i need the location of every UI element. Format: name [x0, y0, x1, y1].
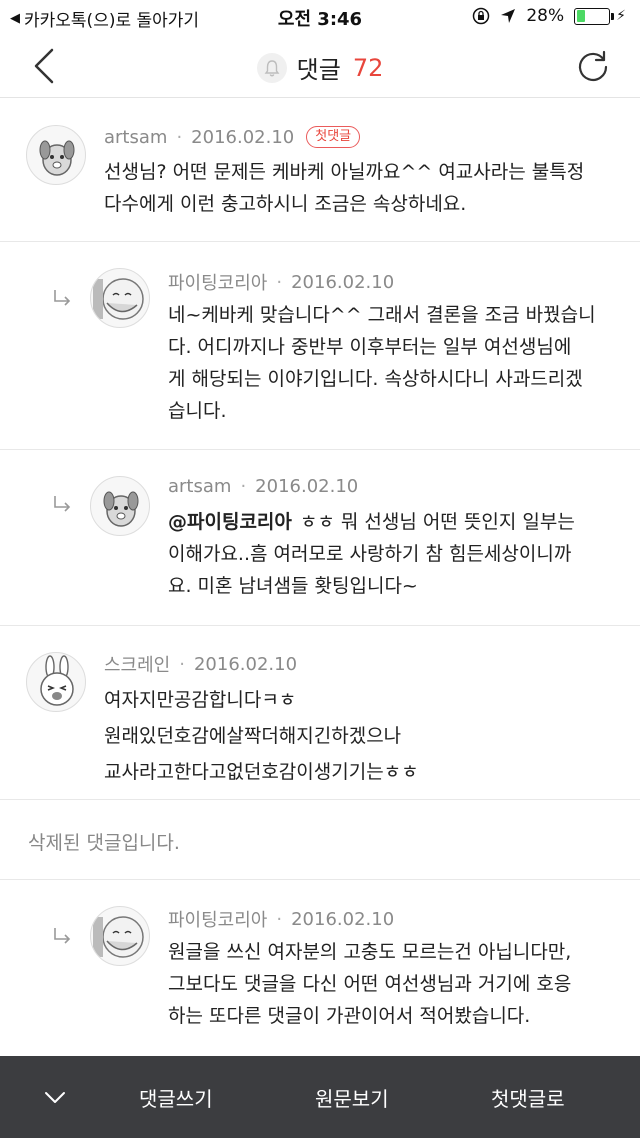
first-comment-badge: 첫댓글: [306, 126, 361, 148]
reply-arrow-icon: [54, 290, 71, 306]
comment-author[interactable]: 파이팅코리아: [168, 906, 267, 932]
deleted-comment-text: 삭제된 댓글입니다.: [28, 832, 180, 854]
comment-line: 교사라고한다고없던호감이생기기는ㅎㅎ: [104, 761, 419, 783]
location-arrow-icon: [501, 9, 516, 23]
comment-body: @파이팅코리아 ㅎㅎ 뭐 선생님 어떤 뜻인지 일부는 이해가요..흠 여러모로 …: [168, 506, 575, 602]
battery-icon: ⚡: [574, 7, 626, 25]
comment-line: 습니다.: [168, 400, 227, 422]
comment-meta: artsam · 2016.02.10 첫댓글: [104, 126, 361, 148]
header-title: 댓글 72: [0, 50, 640, 85]
collapse-chevron-icon[interactable]: [40, 1084, 70, 1110]
comment-item: 스크레인 · 2016.02.10 여자지만공감합니다ㅋㅎ 원래있던호감에살짝더…: [0, 626, 640, 800]
reply-item: artsam · 2016.02.10 @파이팅코리아 ㅎㅎ 뭐 선생님 어떤 뜻…: [0, 450, 640, 626]
comment-line: 여자지만공감합니다ㅋㅎ: [104, 689, 297, 711]
comment-author[interactable]: artsam: [104, 127, 167, 148]
reply-arrow-icon: [54, 496, 71, 512]
comment-meta: 파이팅코리아 · 2016.02.10: [168, 269, 394, 295]
status-bar: ◀ 카카오톡(으)로 돌아가기 오전 3:46 28% ⚡: [0, 0, 640, 34]
comment-list: artsam · 2016.02.10 첫댓글 선생님? 어떤 문제든 케바케 …: [0, 98, 640, 1056]
comment-line: 다수에게 이런 충고하시니 조금은 속상하네요.: [104, 193, 467, 215]
orientation-lock-icon: [473, 7, 490, 25]
avatar-dog[interactable]: [26, 125, 86, 185]
comment-body: 여자지만공감합니다ㅋㅎ 원래있던호감에살짝더해지긴하겠으나 교사라고한다고없던호…: [104, 682, 419, 790]
bottom-toolbar: 댓글쓰기 원문보기 첫댓글로: [0, 1056, 640, 1138]
comment-meta: artsam · 2016.02.10: [168, 476, 359, 497]
comment-date: 2016.02.10: [291, 908, 395, 930]
reply-item: 파이팅코리아 · 2016.02.10 원글을 쓰신 여자분의 고충도 모르는건…: [0, 880, 640, 1056]
comment-line: 다. 어디까지나 중반부 이후부터는 일부 여선생님에: [168, 336, 572, 358]
write-comment-button[interactable]: 댓글쓰기: [139, 1083, 213, 1112]
avatar-dog[interactable]: [90, 476, 150, 536]
comment-body: 선생님? 어떤 문제든 케바케 아닐까요^^ 여교사라는 불특정 다수에게 이런…: [104, 156, 584, 220]
status-indicators: 28% ⚡: [472, 6, 626, 26]
comment-line: 네~케바케 맞습니다^^ 그래서 결론을 조금 바꿨습니: [168, 304, 596, 326]
comment-line: 이해가요..흠 여러모로 사랑하기 참 힘든세상이니까: [168, 543, 572, 565]
comment-author[interactable]: artsam: [168, 476, 231, 497]
mention-link[interactable]: @파이팅코리아: [168, 511, 292, 533]
comment-line: 요. 미혼 남녀샘들 홧팅입니다~: [168, 575, 418, 597]
comment-meta: 파이팅코리아 · 2016.02.10: [168, 906, 394, 932]
comment-line: 원글을 쓰신 여자분의 고충도 모르는건 아닙니다만,: [168, 941, 572, 963]
comment-line: 원래있던호감에살짝더해지긴하겠으나: [104, 725, 402, 747]
battery-percent: 28%: [526, 6, 565, 26]
comment-date: 2016.02.10: [193, 653, 298, 675]
comment-item: artsam · 2016.02.10 첫댓글 선생님? 어떤 문제든 케바케 …: [0, 98, 640, 242]
comment-date: 2016.02.10: [191, 126, 295, 148]
charging-bolt-icon: ⚡: [616, 8, 626, 24]
view-original-button[interactable]: 원문보기: [315, 1083, 389, 1112]
reply-item: 파이팅코리아 · 2016.02.10 네~케바케 맞습니다^^ 그래서 결론을…: [0, 242, 640, 450]
comments-header: 댓글 72: [0, 34, 640, 98]
comment-author[interactable]: 스크레인: [104, 651, 170, 677]
avatar-character[interactable]: [90, 906, 150, 966]
comment-line: 선생님? 어떤 문제든 케바케 아닐까요^^ 여교사라는 불특정: [104, 161, 585, 183]
comment-date: 2016.02.10: [255, 476, 359, 497]
comment-line: 그보다도 댓글을 다신 어떤 여선생님과 거기에 호응: [168, 973, 572, 995]
comment-author[interactable]: 파이팅코리아: [168, 269, 267, 295]
bell-icon[interactable]: [256, 52, 287, 83]
header-title-text: 댓글: [296, 56, 341, 84]
comment-date: 2016.02.10: [291, 271, 395, 293]
reply-arrow-icon: [54, 928, 71, 944]
comment-count: 72: [352, 53, 384, 82]
comment-line: 게 해당되는 이야기입니다. 속상하시다니 사과드리겠: [168, 368, 583, 390]
avatar-character[interactable]: [90, 268, 150, 328]
avatar-rabbit[interactable]: [26, 652, 86, 712]
refresh-icon[interactable]: [574, 48, 612, 86]
comment-meta: 스크레인 · 2016.02.10: [104, 651, 297, 677]
comment-body: 네~케바케 맞습니다^^ 그래서 결론을 조금 바꿨습니 다. 어디까지나 중반…: [168, 299, 596, 427]
first-comment-button[interactable]: 첫댓글로: [491, 1083, 565, 1112]
comment-line: @파이팅코리아 ㅎㅎ 뭐 선생님 어떤 뜻인지 일부는: [168, 511, 575, 533]
comment-line: 하는 또다른 댓글이 가관이어서 적어봤습니다.: [168, 1005, 531, 1027]
deleted-comment: 삭제된 댓글입니다.: [0, 800, 640, 880]
comment-body: 원글을 쓰신 여자분의 고충도 모르는건 아닙니다만, 그보다도 댓글을 다신 …: [168, 936, 571, 1032]
